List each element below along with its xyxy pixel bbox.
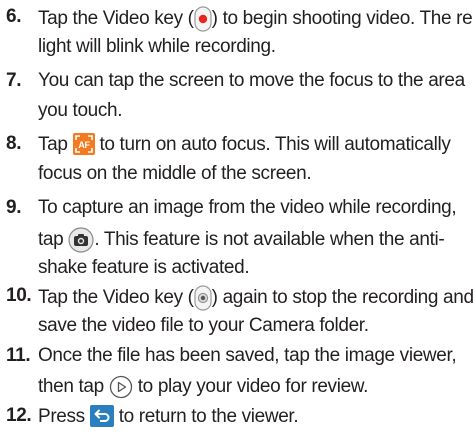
step-text: shake feature is activated.	[38, 257, 250, 278]
step-text: to return to the viewer.	[118, 406, 299, 428]
step-text: save the video file to your Camera folde…	[38, 315, 369, 336]
step-text: ) again to stop the recording and	[211, 287, 473, 309]
auto-focus-af-icon: AF	[72, 133, 95, 157]
step-line: you touch.	[38, 100, 123, 122]
step-text: tap	[38, 229, 64, 251]
step-line: light will blink while recording.	[38, 36, 276, 58]
video-stop-key-icon	[194, 285, 212, 311]
video-record-key-icon	[194, 6, 212, 32]
step-line: focus on the middle of the screen.	[38, 163, 312, 185]
step-text: to turn on auto focus. This will automat…	[99, 134, 451, 156]
step-line: tap . This feature is not available when…	[38, 227, 445, 253]
step-text: light will blink while recording.	[38, 36, 276, 57]
step-line: Tap the Video key ( ) to begin shooting …	[38, 6, 473, 32]
step-text: . This feature is not available when the…	[94, 229, 445, 251]
step-number: 8.	[6, 133, 22, 154]
instruction-page: 6. Tap the Video key ( ) to begin shooti…	[0, 0, 473, 431]
step-number: 12.	[6, 405, 32, 426]
step-text: then tap	[38, 376, 104, 398]
step-number: 10.	[6, 285, 32, 306]
step-line: save the video file to your Camera folde…	[38, 315, 369, 337]
step-line: Tap the Video key ( ) again to stop the …	[38, 285, 473, 311]
step-number: 9.	[6, 197, 22, 218]
step-line: then tap to play your video for review.	[38, 375, 368, 399]
play-icon	[109, 375, 133, 399]
step-line: To capture an image from the video while…	[38, 197, 457, 219]
camera-capture-icon	[68, 227, 94, 253]
step-number: 6.	[6, 6, 22, 27]
svg-text:AF: AF	[78, 140, 90, 150]
step-line: shake feature is activated.	[38, 257, 250, 279]
step-number: 7.	[6, 70, 22, 91]
step-text: focus on the middle of the screen.	[38, 163, 312, 184]
step-text: to play your video for review.	[137, 376, 369, 398]
step-text: Tap the Video key (	[38, 287, 194, 309]
step-text: Once the file has been saved, tap the im…	[38, 345, 457, 366]
step-text: You can tap the screen to move the focus…	[38, 70, 465, 91]
step-text: Press	[38, 406, 85, 428]
step-number: 11.	[6, 345, 31, 366]
step-text: Tap	[38, 134, 68, 156]
step-text: Tap the Video key (	[38, 8, 194, 30]
step-line: You can tap the screen to move the focus…	[38, 70, 465, 92]
back-icon	[89, 405, 114, 429]
step-text: you touch.	[38, 100, 123, 121]
step-text: ) to begin shooting video. The red	[211, 8, 473, 30]
step-line: Once the file has been saved, tap the im…	[38, 345, 457, 367]
step-line: Press to return to the viewer.	[38, 405, 299, 429]
step-text: To capture an image from the video while…	[38, 197, 457, 218]
step-line: Tap AF to turn on auto focus. This will …	[38, 133, 451, 157]
